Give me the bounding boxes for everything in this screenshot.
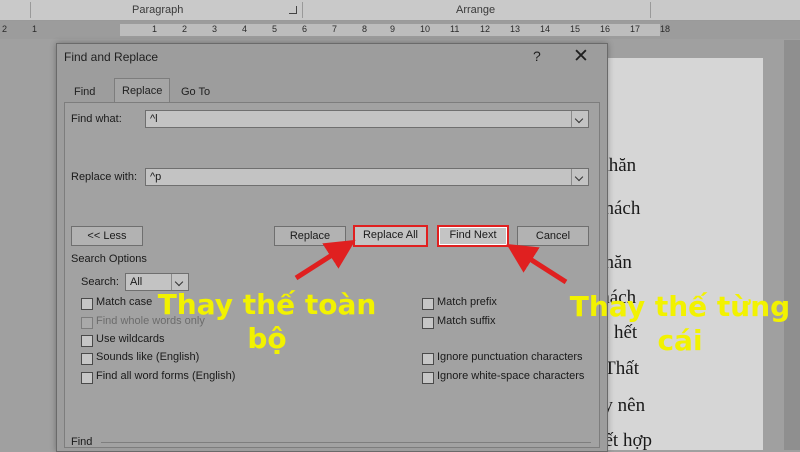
annotation-find-next: Thay thế từng cái <box>560 290 800 358</box>
annotation-replace-all: Thay thế toàn bộ <box>152 288 382 356</box>
annotation-line: Thay thế từng <box>569 290 791 323</box>
annotation-line: bộ <box>247 322 287 355</box>
arrow-to-replace-all <box>294 239 356 281</box>
arrow-to-find-next <box>506 243 568 285</box>
annotation-line: cái <box>657 324 703 357</box>
annotation-line: Thay thế toàn <box>157 288 377 321</box>
annotation-arrows <box>294 239 568 285</box>
